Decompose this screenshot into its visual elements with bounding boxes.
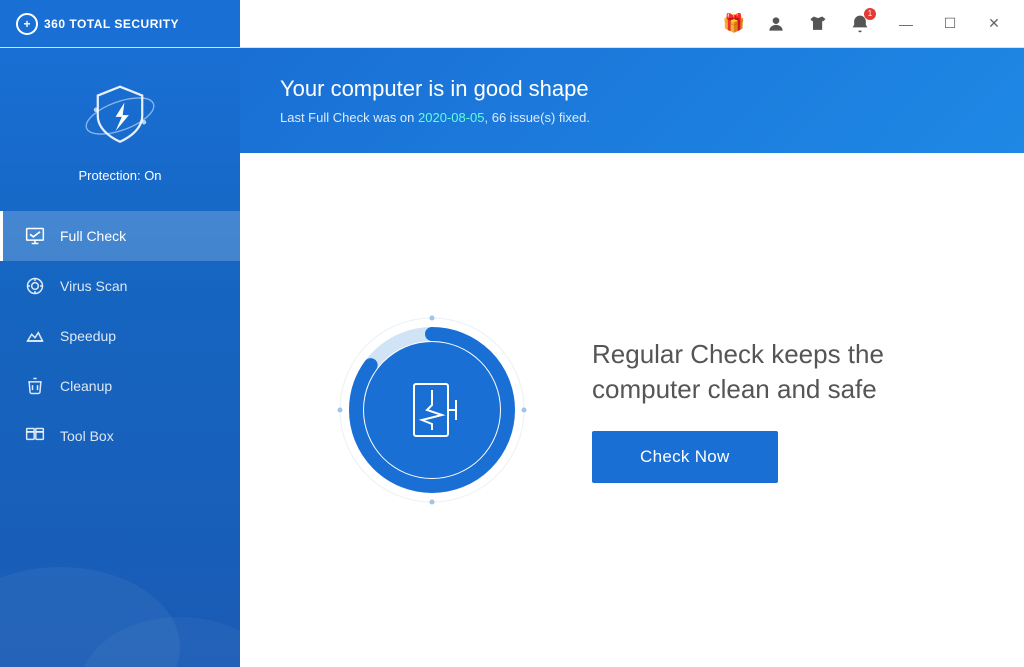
title-bar-left: + 360 TOTAL SECURITY bbox=[0, 0, 240, 47]
sidebar-item-speedup[interactable]: Speedup bbox=[0, 311, 240, 361]
content-right: Regular Check keeps the computer clean a… bbox=[592, 337, 932, 483]
logo-text: 360 TOTAL SECURITY bbox=[44, 17, 179, 31]
sidebar-item-full-check[interactable]: Full Check bbox=[0, 211, 240, 261]
subtitle-prefix: Last Full Check was on bbox=[280, 110, 418, 125]
minimize-button[interactable]: — bbox=[888, 9, 924, 39]
speedup-icon bbox=[24, 325, 46, 347]
sidebar-header: Protection: On bbox=[0, 48, 240, 207]
tagline: Regular Check keeps the computer clean a… bbox=[592, 337, 932, 407]
sidebar-nav: Full Check Virus Scan bbox=[0, 207, 240, 667]
cleanup-label: Cleanup bbox=[60, 378, 112, 394]
shirt-icon[interactable] bbox=[806, 12, 830, 36]
full-check-icon bbox=[24, 225, 46, 247]
action-icons: 🎁 1 bbox=[722, 12, 872, 36]
cleanup-icon bbox=[24, 375, 46, 397]
protection-label: Protection: On bbox=[78, 168, 161, 183]
content-main: Regular Check keeps the computer clean a… bbox=[240, 153, 1024, 667]
main-layout: Protection: On Full Check bbox=[0, 48, 1024, 667]
header-title: Your computer is in good shape bbox=[280, 76, 984, 102]
donut-svg bbox=[332, 310, 532, 510]
toolbox-label: Tool Box bbox=[60, 428, 114, 444]
title-bar: + 360 TOTAL SECURITY 🎁 1 bbox=[0, 0, 1024, 48]
title-bar-actions: 🎁 1 — ☐ ✕ bbox=[722, 9, 1012, 39]
window-controls: — ☐ ✕ bbox=[888, 9, 1012, 39]
notification-badge: 1 bbox=[864, 8, 876, 20]
virus-scan-icon bbox=[24, 275, 46, 297]
sidebar-item-toolbox[interactable]: Tool Box bbox=[0, 411, 240, 461]
donut-chart bbox=[332, 310, 532, 510]
sidebar: Protection: On Full Check bbox=[0, 48, 240, 667]
sidebar-item-cleanup[interactable]: Cleanup bbox=[0, 361, 240, 411]
maximize-button[interactable]: ☐ bbox=[932, 9, 968, 39]
account-icon[interactable] bbox=[764, 12, 788, 36]
logo-icon: + bbox=[16, 13, 38, 35]
header-subtitle: Last Full Check was on 2020-08-05, 66 is… bbox=[280, 110, 984, 125]
virus-scan-label: Virus Scan bbox=[60, 278, 127, 294]
toolbox-icon bbox=[24, 425, 46, 447]
active-indicator bbox=[0, 211, 3, 261]
close-button[interactable]: ✕ bbox=[976, 9, 1012, 39]
full-check-label: Full Check bbox=[60, 228, 126, 244]
notification-icon[interactable]: 1 bbox=[848, 12, 872, 36]
subtitle-suffix: , 66 issue(s) fixed. bbox=[485, 110, 591, 125]
shield-icon bbox=[80, 76, 160, 156]
content-header: Your computer is in good shape Last Full… bbox=[240, 48, 1024, 153]
last-check-date: 2020-08-05 bbox=[418, 110, 485, 125]
speedup-label: Speedup bbox=[60, 328, 116, 344]
gift-icon[interactable]: 🎁 bbox=[722, 12, 746, 36]
app-logo: + 360 TOTAL SECURITY bbox=[16, 13, 179, 35]
check-now-button[interactable]: Check Now bbox=[592, 431, 778, 483]
sidebar-item-virus-scan[interactable]: Virus Scan bbox=[0, 261, 240, 311]
content-area: Your computer is in good shape Last Full… bbox=[240, 48, 1024, 667]
